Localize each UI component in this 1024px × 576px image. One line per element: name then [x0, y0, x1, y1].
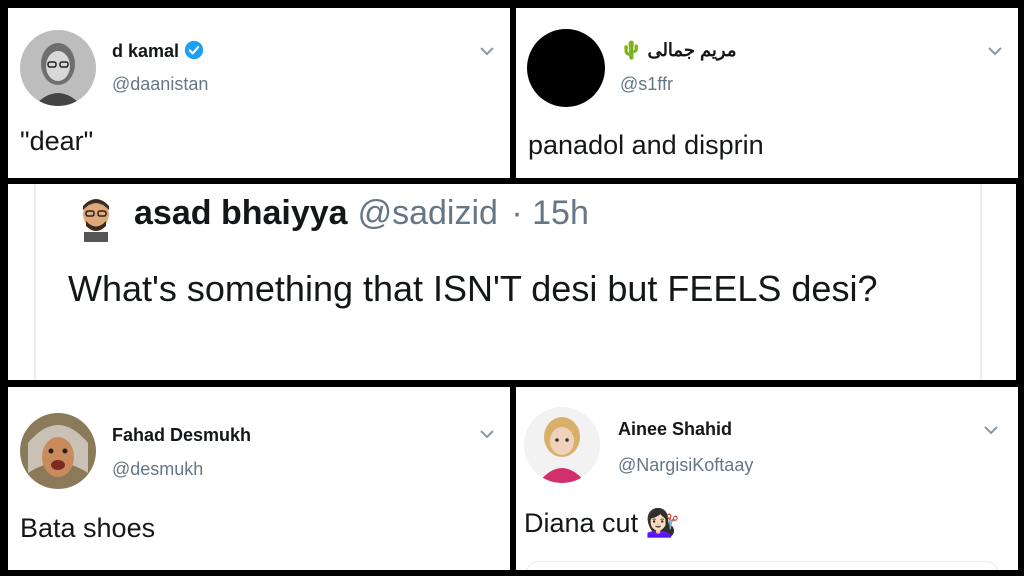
- user-handle[interactable]: @NargisiKoftaay: [618, 455, 753, 476]
- quoted-author[interactable]: asad bhaiyya @sadizid · 15h: [134, 194, 589, 233]
- embedded-card-edge: [526, 561, 998, 570]
- tweet-text: Bata shoes: [20, 513, 156, 543]
- tweet-card-s1ffr[interactable]: 🌵 مریم جمالی @s1ffr panadol and disprin: [516, 8, 1018, 178]
- user-handle[interactable]: @s1ffr: [620, 74, 673, 95]
- user-handle[interactable]: @daanistan: [112, 74, 208, 95]
- quote-border-left: [34, 184, 36, 380]
- avatar[interactable]: [20, 30, 96, 106]
- cactus-emoji: 🌵: [620, 40, 643, 60]
- chevron-down-icon[interactable]: [986, 44, 1004, 58]
- chevron-down-icon[interactable]: [478, 44, 496, 58]
- quoted-display-name: asad bhaiyya: [134, 194, 348, 232]
- quoted-tweet-text: What's something that ISN'T desi but FEE…: [68, 268, 878, 309]
- tweet-card-nargisikoftaay[interactable]: Ainee Shahid @NargisiKoftaay Diana cut 💇…: [516, 387, 1018, 570]
- quote-border-right: [980, 184, 982, 380]
- chevron-down-icon[interactable]: [478, 427, 496, 441]
- tweet-text: panadol and disprin: [528, 130, 764, 160]
- user-handle[interactable]: @desmukh: [112, 459, 203, 480]
- verified-badge-icon: [184, 40, 204, 60]
- display-name[interactable]: Fahad Desmukh: [112, 425, 251, 446]
- display-name[interactable]: 🌵 مریم جمالی: [620, 40, 737, 61]
- haircut-emoji: 💇🏻‍♀️: [645, 508, 680, 538]
- quoted-tweet-card[interactable]: asad bhaiyya @sadizid · 15h What's someth…: [8, 184, 1016, 380]
- avatar[interactable]: [20, 413, 96, 489]
- avatar[interactable]: [527, 29, 605, 107]
- tweet-text-content: Diana cut: [524, 508, 639, 538]
- tweet-text: "dear": [20, 126, 94, 156]
- display-name-text: مریم جمالی: [647, 40, 737, 60]
- quoted-timestamp: · 15h: [511, 194, 589, 232]
- quoted-handle: @sadizid: [357, 194, 498, 232]
- avatar[interactable]: [78, 196, 114, 242]
- tweet-text: Diana cut 💇🏻‍♀️: [524, 507, 679, 539]
- chevron-down-icon[interactable]: [982, 423, 1000, 437]
- display-name[interactable]: Ainee Shahid: [618, 419, 732, 440]
- display-name[interactable]: d kamal: [112, 40, 204, 62]
- avatar[interactable]: [524, 407, 600, 483]
- tweet-card-desmukh[interactable]: Fahad Desmukh @desmukh Bata shoes: [8, 387, 510, 570]
- tweet-card-dkamal[interactable]: d kamal @daanistan "dear": [8, 8, 510, 178]
- display-name-text: d kamal: [112, 41, 180, 61]
